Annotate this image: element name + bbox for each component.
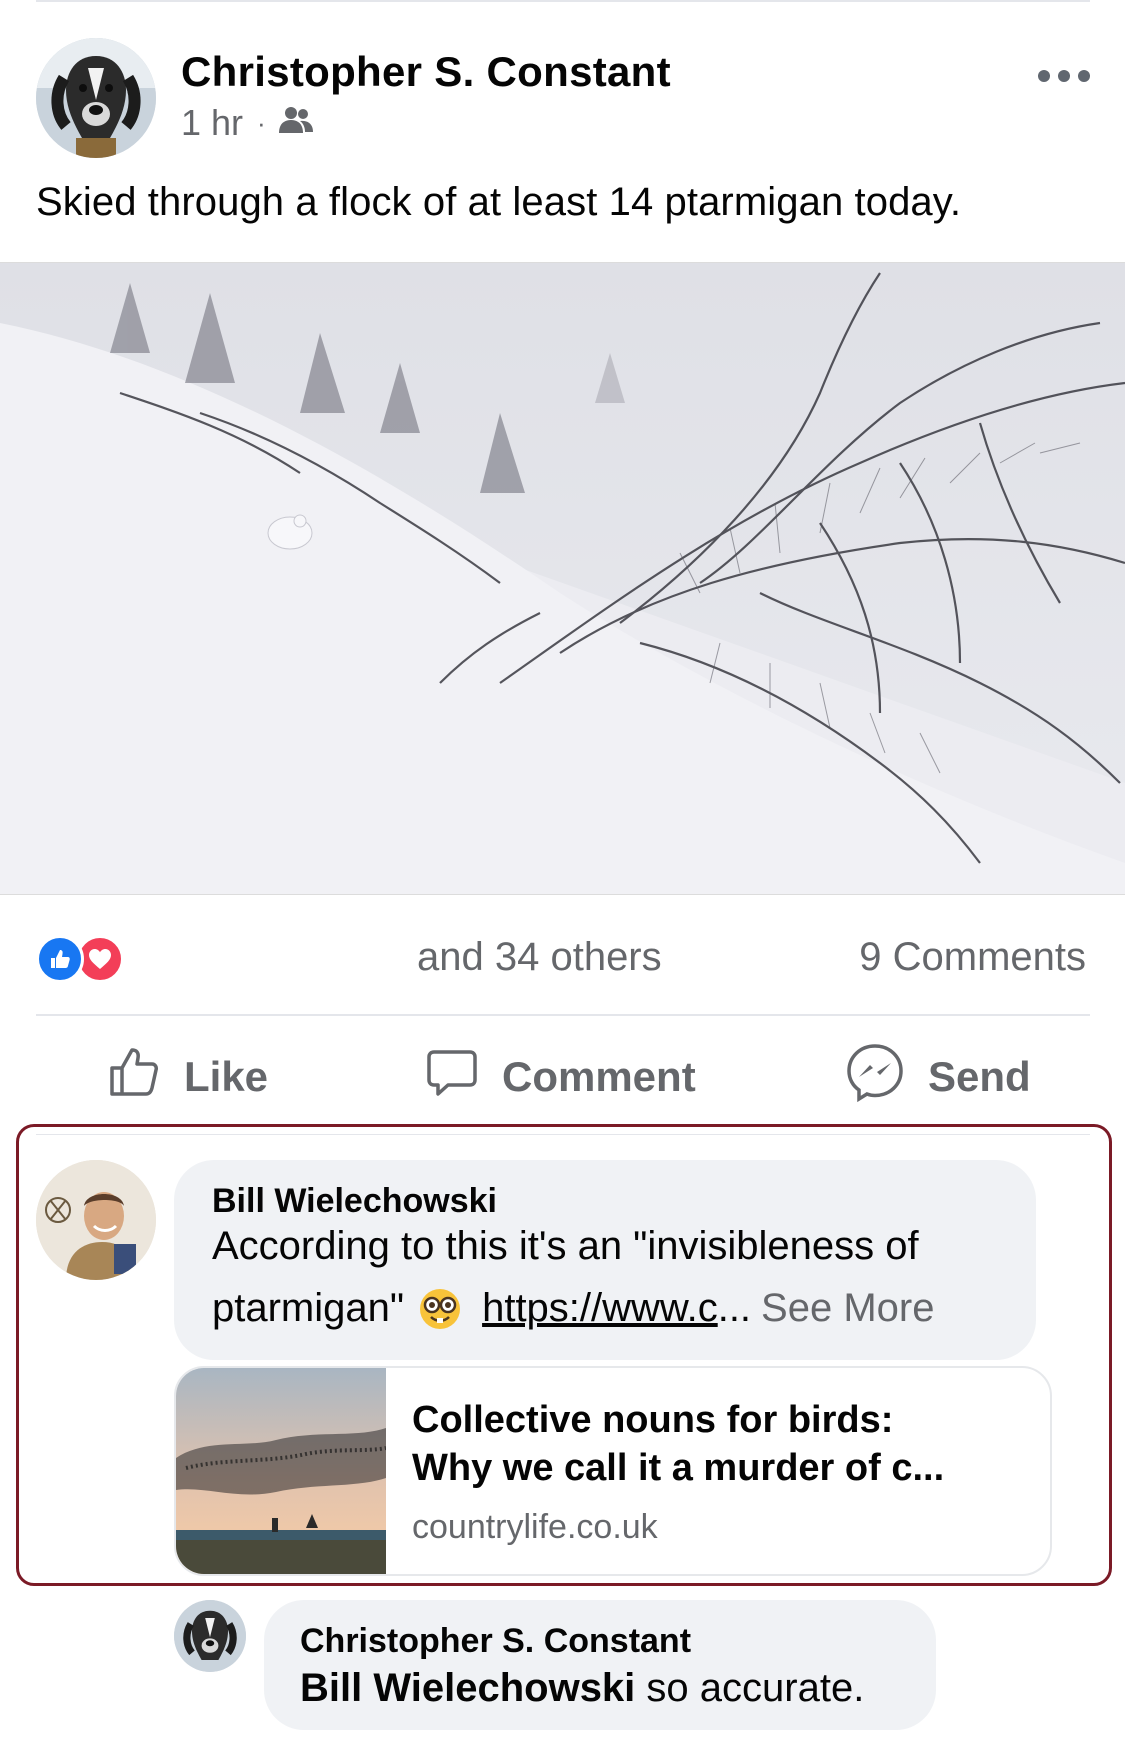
reply-body: so accurate. xyxy=(635,1666,865,1710)
comment-button[interactable]: Comment xyxy=(424,1042,696,1112)
messenger-icon xyxy=(844,1041,928,1113)
reply-mention[interactable]: Bill Wielechowski xyxy=(300,1666,635,1710)
actions-divider xyxy=(36,1014,1090,1016)
reply-text: Bill Wielechowski so accurate. xyxy=(300,1666,864,1711)
comment-link[interactable]: https://www.c xyxy=(482,1286,718,1331)
post-time[interactable]: 1 hr xyxy=(181,102,243,144)
top-divider xyxy=(36,0,1090,2)
commenter-avatar[interactable] xyxy=(36,1160,156,1280)
reply-author-name[interactable]: Christopher S. Constant xyxy=(300,1622,691,1661)
send-button[interactable]: Send xyxy=(844,1042,1031,1112)
nerd-face-icon xyxy=(418,1287,462,1331)
comment-count[interactable]: 9 Comments xyxy=(859,935,1086,980)
link-title-line1: Collective nouns for birds: xyxy=(412,1399,894,1441)
like-label: Like xyxy=(184,1053,269,1100)
like-button[interactable]: Like xyxy=(106,1042,268,1112)
reaction-count[interactable]: and 34 others xyxy=(417,935,662,980)
commenter-name[interactable]: Bill Wielechowski xyxy=(212,1182,497,1221)
reply-bubble[interactable]: Christopher S. Constant Bill Wielechowsk… xyxy=(264,1600,936,1730)
post-text: Skied through a flock of at least 14 pta… xyxy=(36,180,962,224)
link-preview-card[interactable]: Collective nouns for birds: Why we call … xyxy=(174,1366,1052,1576)
thumbs-up-icon xyxy=(106,1044,184,1110)
link-preview-image xyxy=(176,1368,387,1574)
meta-separator: · xyxy=(257,107,266,138)
comment-bubble[interactable]: Bill Wielechowski According to this it's… xyxy=(174,1160,1036,1360)
author-avatar[interactable] xyxy=(36,38,156,158)
comment-text-continued: ptarmigan" xyxy=(212,1286,405,1330)
comment-text-line1: According to this it's an "invisibleness… xyxy=(212,1224,919,1268)
send-label: Send xyxy=(928,1053,1031,1100)
more-horizontal-icon[interactable] xyxy=(1038,64,1090,88)
comment-bubble-icon xyxy=(424,1044,502,1110)
link-preview-title: Collective nouns for birds: Why we call … xyxy=(412,1396,1032,1492)
link-preview-domain: countrylife.co.uk xyxy=(412,1508,658,1546)
link-title-line2: Why we call it a murder of c... xyxy=(412,1447,945,1489)
comment-text-line2: ptarmigan" https://www.c ... See More xyxy=(212,1286,934,1331)
like-reaction-icon xyxy=(36,935,84,983)
post-author-name[interactable]: Christopher S. Constant xyxy=(181,48,671,96)
comment-label: Comment xyxy=(502,1053,696,1100)
friends-icon xyxy=(278,102,314,144)
link-ellipsis: ... xyxy=(717,1286,752,1330)
reaction-icons[interactable] xyxy=(36,935,132,983)
reply-author-avatar[interactable] xyxy=(174,1600,246,1672)
post-meta: 1 hr · xyxy=(181,102,314,144)
post-photo[interactable] xyxy=(0,262,1125,895)
see-more-link[interactable]: See More xyxy=(761,1286,934,1331)
